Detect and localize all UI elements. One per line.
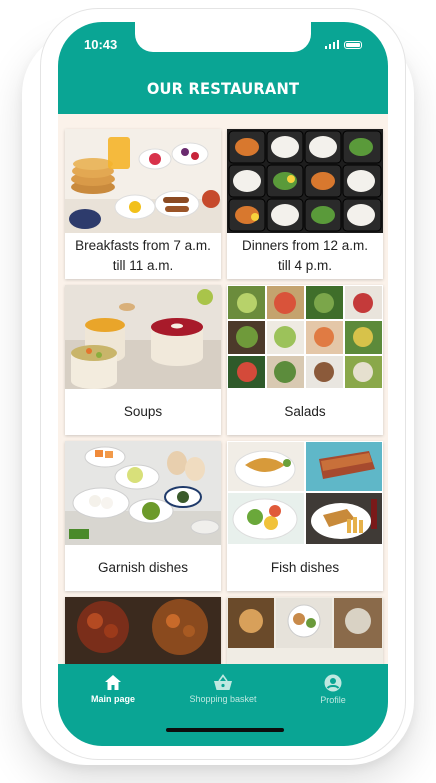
status-time: 10:43 — [84, 37, 118, 52]
nav-label: Shopping basket — [189, 694, 257, 704]
salads-photo — [227, 285, 383, 389]
notch — [135, 22, 311, 52]
nav-label: Profile — [320, 695, 346, 705]
category-card-breakfasts[interactable]: Breakfasts from 7 a.m. till 11 a.m. — [65, 129, 221, 279]
category-card-fish[interactable]: Fish dishes — [227, 441, 383, 591]
category-label: Breakfasts from 7 a.m. till 11 a.m. — [75, 238, 211, 273]
breakfast-photo — [65, 129, 221, 233]
nav-main-page[interactable]: Main page — [58, 674, 168, 704]
nav-label: Main page — [90, 694, 135, 704]
garnish-photo — [65, 441, 221, 545]
soups-photo — [65, 285, 221, 389]
header-bar: 10:43 OUR RESTAURANT — [58, 22, 388, 114]
nav-shopping-basket[interactable]: Shopping basket — [168, 674, 278, 704]
category-card-dinners[interactable]: Dinners from 12 a.m. till 4 p.m. — [227, 129, 383, 279]
category-label: Salads — [284, 404, 326, 419]
profile-icon — [324, 674, 342, 692]
category-label: Soups — [123, 404, 163, 419]
category-grid: Breakfasts from 7 a.m. till 11 a.m. Dinn… — [65, 129, 383, 746]
category-label: Dinners from 12 a.m. till 4 p.m. — [241, 238, 369, 273]
category-label: Fish dishes — [270, 560, 340, 575]
battery-icon — [344, 41, 362, 49]
home-icon — [105, 675, 121, 690]
page-title: OUR RESTAURANT — [146, 79, 300, 98]
home-indicator — [166, 728, 284, 732]
fish-photo — [227, 441, 383, 545]
dinner-photo — [227, 129, 383, 233]
bottom-nav: Main page Shopping basket Profile — [58, 664, 388, 746]
category-card-garnish[interactable]: Garnish dishes — [65, 441, 221, 591]
category-label: Garnish dishes — [97, 560, 189, 575]
basket-icon — [214, 674, 232, 690]
category-card-salads[interactable]: Salads — [227, 285, 383, 435]
signal-icon — [324, 40, 339, 49]
status-icons — [324, 40, 362, 49]
category-card-soups[interactable]: Soups — [65, 285, 221, 435]
nav-profile[interactable]: Profile — [278, 674, 388, 705]
app-screen: 10:43 OUR RESTAURANT Breakfasts from 7 a… — [58, 22, 388, 746]
